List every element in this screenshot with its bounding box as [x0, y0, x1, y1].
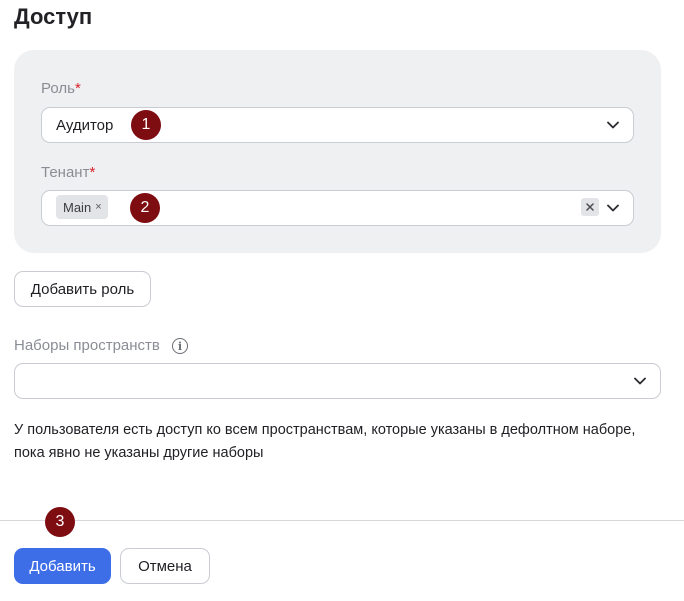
spaces-label: Наборы пространств — [14, 337, 160, 354]
step-marker-2: 2 — [130, 193, 160, 223]
step-marker-1: 1 — [131, 110, 161, 140]
role-select-value: Аудитор — [56, 117, 114, 134]
clear-icon[interactable] — [581, 198, 599, 216]
tenant-label: Тенант* — [41, 164, 96, 181]
spaces-hint: У пользователя есть доступ ко всем прост… — [14, 422, 636, 461]
footer-divider — [0, 520, 684, 521]
required-mark: * — [89, 164, 96, 181]
required-mark: * — [74, 80, 81, 97]
page-title: Доступ — [14, 4, 93, 29]
chevron-down-icon — [607, 204, 619, 212]
role-label: Роль* — [41, 80, 81, 97]
tenant-tag-label: Main — [63, 199, 92, 215]
tag-remove-icon[interactable]: × — [95, 201, 101, 213]
submit-button[interactable]: Добавить — [14, 548, 111, 584]
role-card: Роль* Аудитор Тенант* Main × — [14, 50, 661, 253]
chevron-down-icon — [607, 121, 619, 129]
access-form: Доступ Роль* Аудитор Тенант* Main × Доба… — [0, 0, 684, 601]
tenant-tag: Main × — [56, 195, 108, 219]
cancel-button[interactable]: Отмена — [120, 548, 210, 584]
role-select[interactable]: Аудитор — [41, 107, 634, 143]
add-role-button[interactable]: Добавить роль — [14, 271, 151, 307]
step-marker-3: 3 — [45, 507, 75, 537]
chevron-down-icon — [634, 377, 646, 385]
spaces-select[interactable] — [14, 363, 661, 399]
info-icon[interactable]: i — [172, 338, 188, 354]
